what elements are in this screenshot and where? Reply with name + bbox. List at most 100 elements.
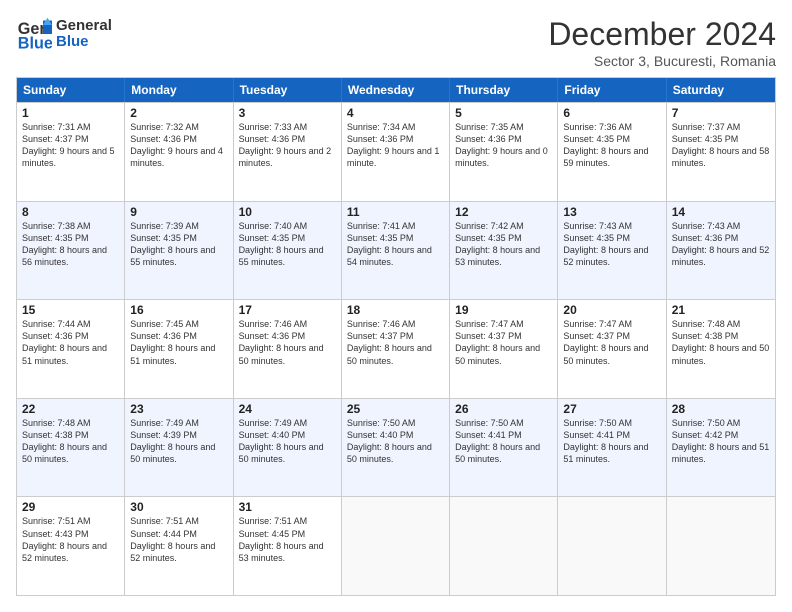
header-day-friday: Friday: [558, 78, 666, 102]
calendar-cell-4-5: [558, 497, 666, 595]
calendar-cell-4-3: [342, 497, 450, 595]
cell-daylight: Daylight: 8 hours and 55 minutes.: [130, 245, 215, 267]
day-number: 17: [239, 303, 336, 317]
svg-text:Blue: Blue: [18, 34, 52, 52]
header-day-wednesday: Wednesday: [342, 78, 450, 102]
cell-daylight: Daylight: 8 hours and 54 minutes.: [347, 245, 432, 267]
cell-sunset: Sunset: 4:36 PM: [347, 134, 414, 144]
cell-daylight: Daylight: 8 hours and 51 minutes.: [22, 343, 107, 365]
calendar-row-1: 8 Sunrise: 7:38 AM Sunset: 4:35 PM Dayli…: [17, 201, 775, 300]
calendar-cell-4-0: 29 Sunrise: 7:51 AM Sunset: 4:43 PM Dayl…: [17, 497, 125, 595]
day-number: 25: [347, 402, 444, 416]
day-number: 10: [239, 205, 336, 219]
cell-sunrise: Sunrise: 7:47 AM: [563, 319, 632, 329]
calendar-cell-0-1: 2 Sunrise: 7:32 AM Sunset: 4:36 PM Dayli…: [125, 103, 233, 201]
cell-daylight: Daylight: 8 hours and 52 minutes.: [22, 541, 107, 563]
day-number: 30: [130, 500, 227, 514]
cell-sunrise: Sunrise: 7:43 AM: [563, 221, 632, 231]
calendar-cell-1-1: 9 Sunrise: 7:39 AM Sunset: 4:35 PM Dayli…: [125, 202, 233, 300]
cell-sunrise: Sunrise: 7:35 AM: [455, 122, 524, 132]
cell-daylight: Daylight: 8 hours and 50 minutes.: [455, 442, 540, 464]
calendar: SundayMondayTuesdayWednesdayThursdayFrid…: [16, 77, 776, 596]
cell-daylight: Daylight: 8 hours and 58 minutes.: [672, 146, 770, 168]
cell-daylight: Daylight: 8 hours and 50 minutes.: [455, 343, 540, 365]
day-number: 24: [239, 402, 336, 416]
cell-sunrise: Sunrise: 7:33 AM: [239, 122, 308, 132]
cell-sunrise: Sunrise: 7:31 AM: [22, 122, 91, 132]
day-number: 13: [563, 205, 660, 219]
cell-sunset: Sunset: 4:45 PM: [239, 529, 306, 539]
cell-sunrise: Sunrise: 7:50 AM: [347, 418, 416, 428]
cell-sunrise: Sunrise: 7:39 AM: [130, 221, 199, 231]
calendar-row-4: 29 Sunrise: 7:51 AM Sunset: 4:43 PM Dayl…: [17, 496, 775, 595]
cell-sunrise: Sunrise: 7:32 AM: [130, 122, 199, 132]
day-number: 20: [563, 303, 660, 317]
calendar-cell-1-2: 10 Sunrise: 7:40 AM Sunset: 4:35 PM Dayl…: [234, 202, 342, 300]
calendar-body: 1 Sunrise: 7:31 AM Sunset: 4:37 PM Dayli…: [17, 102, 775, 595]
calendar-row-2: 15 Sunrise: 7:44 AM Sunset: 4:36 PM Dayl…: [17, 299, 775, 398]
day-number: 3: [239, 106, 336, 120]
cell-daylight: Daylight: 8 hours and 52 minutes.: [130, 541, 215, 563]
calendar-cell-1-5: 13 Sunrise: 7:43 AM Sunset: 4:35 PM Dayl…: [558, 202, 666, 300]
calendar-cell-0-4: 5 Sunrise: 7:35 AM Sunset: 4:36 PM Dayli…: [450, 103, 558, 201]
cell-sunset: Sunset: 4:36 PM: [130, 331, 197, 341]
cell-sunset: Sunset: 4:37 PM: [563, 331, 630, 341]
cell-sunrise: Sunrise: 7:50 AM: [563, 418, 632, 428]
cell-sunrise: Sunrise: 7:37 AM: [672, 122, 741, 132]
cell-sunset: Sunset: 4:36 PM: [239, 331, 306, 341]
cell-daylight: Daylight: 8 hours and 50 minutes.: [563, 343, 648, 365]
cell-sunrise: Sunrise: 7:51 AM: [239, 516, 308, 526]
cell-sunrise: Sunrise: 7:46 AM: [347, 319, 416, 329]
calendar-cell-0-5: 6 Sunrise: 7:36 AM Sunset: 4:35 PM Dayli…: [558, 103, 666, 201]
calendar-cell-3-2: 24 Sunrise: 7:49 AM Sunset: 4:40 PM Dayl…: [234, 399, 342, 497]
calendar-cell-3-6: 28 Sunrise: 7:50 AM Sunset: 4:42 PM Dayl…: [667, 399, 775, 497]
calendar-cell-4-1: 30 Sunrise: 7:51 AM Sunset: 4:44 PM Dayl…: [125, 497, 233, 595]
cell-daylight: Daylight: 8 hours and 51 minutes.: [672, 442, 770, 464]
calendar-cell-4-4: [450, 497, 558, 595]
cell-sunset: Sunset: 4:36 PM: [130, 134, 197, 144]
cell-sunset: Sunset: 4:35 PM: [563, 233, 630, 243]
calendar-cell-2-2: 17 Sunrise: 7:46 AM Sunset: 4:36 PM Dayl…: [234, 300, 342, 398]
day-number: 27: [563, 402, 660, 416]
cell-sunrise: Sunrise: 7:46 AM: [239, 319, 308, 329]
cell-sunset: Sunset: 4:39 PM: [130, 430, 197, 440]
cell-sunset: Sunset: 4:44 PM: [130, 529, 197, 539]
cell-daylight: Daylight: 8 hours and 50 minutes.: [347, 442, 432, 464]
cell-daylight: Daylight: 8 hours and 53 minutes.: [239, 541, 324, 563]
cell-sunrise: Sunrise: 7:45 AM: [130, 319, 199, 329]
header: General Blue General Blue December 2024 …: [16, 16, 776, 69]
cell-daylight: Daylight: 9 hours and 4 minutes.: [130, 146, 223, 168]
calendar-cell-3-3: 25 Sunrise: 7:50 AM Sunset: 4:40 PM Dayl…: [342, 399, 450, 497]
header-day-thursday: Thursday: [450, 78, 558, 102]
day-number: 5: [455, 106, 552, 120]
cell-sunset: Sunset: 4:35 PM: [22, 233, 89, 243]
logo-line2: Blue: [56, 34, 112, 51]
calendar-cell-1-6: 14 Sunrise: 7:43 AM Sunset: 4:36 PM Dayl…: [667, 202, 775, 300]
cell-sunset: Sunset: 4:37 PM: [455, 331, 522, 341]
day-number: 12: [455, 205, 552, 219]
cell-sunrise: Sunrise: 7:49 AM: [130, 418, 199, 428]
calendar-cell-1-0: 8 Sunrise: 7:38 AM Sunset: 4:35 PM Dayli…: [17, 202, 125, 300]
cell-sunrise: Sunrise: 7:50 AM: [455, 418, 524, 428]
day-number: 6: [563, 106, 660, 120]
calendar-cell-0-2: 3 Sunrise: 7:33 AM Sunset: 4:36 PM Dayli…: [234, 103, 342, 201]
cell-daylight: Daylight: 9 hours and 5 minutes.: [22, 146, 115, 168]
calendar-cell-3-4: 26 Sunrise: 7:50 AM Sunset: 4:41 PM Dayl…: [450, 399, 558, 497]
cell-sunset: Sunset: 4:40 PM: [239, 430, 306, 440]
day-number: 26: [455, 402, 552, 416]
day-number: 9: [130, 205, 227, 219]
cell-sunrise: Sunrise: 7:44 AM: [22, 319, 91, 329]
calendar-cell-0-3: 4 Sunrise: 7:34 AM Sunset: 4:36 PM Dayli…: [342, 103, 450, 201]
cell-daylight: Daylight: 8 hours and 55 minutes.: [239, 245, 324, 267]
header-day-tuesday: Tuesday: [234, 78, 342, 102]
day-number: 2: [130, 106, 227, 120]
calendar-cell-1-3: 11 Sunrise: 7:41 AM Sunset: 4:35 PM Dayl…: [342, 202, 450, 300]
day-number: 19: [455, 303, 552, 317]
cell-daylight: Daylight: 9 hours and 2 minutes.: [239, 146, 332, 168]
day-number: 8: [22, 205, 119, 219]
cell-sunset: Sunset: 4:36 PM: [239, 134, 306, 144]
calendar-cell-0-6: 7 Sunrise: 7:37 AM Sunset: 4:35 PM Dayli…: [667, 103, 775, 201]
cell-sunrise: Sunrise: 7:51 AM: [130, 516, 199, 526]
month-title: December 2024: [548, 16, 776, 53]
day-number: 4: [347, 106, 444, 120]
